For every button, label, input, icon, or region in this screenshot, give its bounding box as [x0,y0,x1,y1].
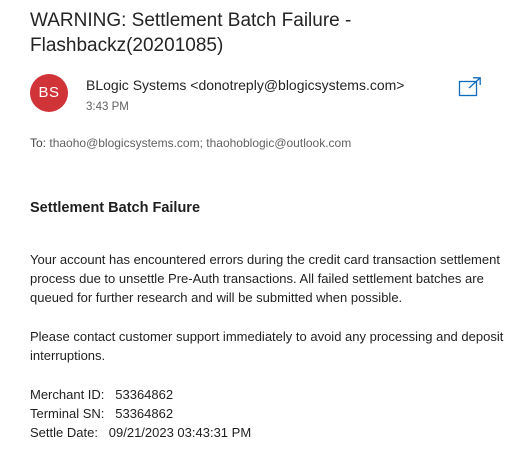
body-paragraph-2: Please contact customer support immediat… [30,329,504,363]
sender-avatar[interactable]: BS [30,74,68,112]
recipients-list[interactable]: thaoho@blogicsystems.com; thaohoblogic@o… [49,136,351,150]
settle-date: Settle Date: 09/21/2023 03:43:31 PM [30,425,252,440]
email-subject: WARNING: Settlement Batch Failure - Flas… [30,10,352,56]
sender-name[interactable]: BLogic Systems <donotreply@blogicsystems… [86,77,404,93]
body-paragraph-1: Your account has encountered errors duri… [30,252,500,305]
terminal-sn: Terminal SN: 53364862 [30,406,174,421]
body-heading: Settlement Batch Failure [30,200,201,216]
received-time: 3:43 PM [86,101,129,113]
merchant-id: Merchant ID: 53364862 [30,387,174,402]
to-label: To: [30,136,47,150]
email-body: Settlement Batch Failure Your account ha… [30,198,510,442]
open-in-new-window-icon[interactable] [458,76,482,98]
recipients-line: To: thaoho@blogicsystems.com; thaohoblog… [30,136,351,150]
